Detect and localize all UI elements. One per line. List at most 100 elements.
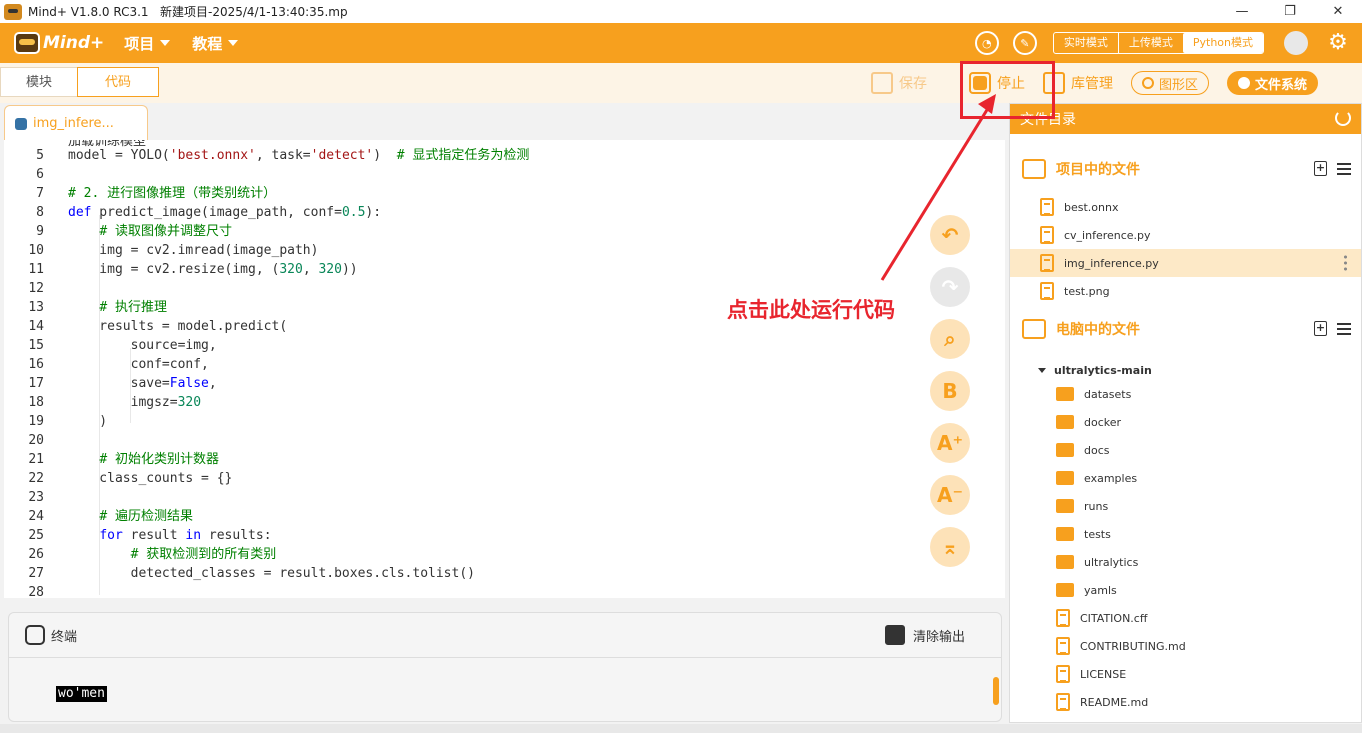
more-options-icon[interactable]: [1344, 254, 1347, 272]
code-token: 320: [177, 395, 202, 410]
save-icon: [870, 72, 893, 94]
file-icon: [1040, 198, 1054, 216]
terminal-label: 终端: [51, 629, 78, 645]
user-avatar[interactable]: [1284, 31, 1308, 55]
code-line: 24 # 遍历检测结果: [4, 507, 1004, 526]
folder-item[interactable]: docs: [1010, 436, 1361, 464]
folder-icon: [1056, 443, 1074, 457]
file-item[interactable]: README.md: [1010, 688, 1361, 716]
terminal-output[interactable]: wo'men: [56, 686, 107, 702]
font-decrease-icon[interactable]: A⁻: [930, 475, 970, 515]
folder-item[interactable]: tests: [1010, 520, 1361, 548]
file-item[interactable]: img_inference.py: [1010, 249, 1361, 277]
line-number: 14: [28, 319, 44, 334]
file-item[interactable]: LICENSE: [1010, 660, 1361, 688]
menu-icon[interactable]: [1337, 162, 1351, 175]
edit-icon[interactable]: ✎: [1012, 31, 1037, 55]
redo-icon[interactable]: ↷: [930, 267, 970, 307]
file-system-button[interactable]: 文件系统: [1226, 71, 1318, 95]
code-token: # 遍历检测结果: [99, 509, 193, 524]
editor-side-tools: ↶ ↷ ⌕ B A⁺ A⁻ ⌅: [930, 215, 972, 579]
undo-icon[interactable]: ↶: [930, 215, 970, 255]
clear-output-button[interactable]: 清除输出: [884, 625, 965, 645]
mode-realtime[interactable]: 实时模式: [1054, 33, 1118, 53]
code-line: 5 model = YOLO('best.onnx', task='detect'…: [4, 146, 1004, 165]
file-item[interactable]: CITATION.cff: [1010, 604, 1361, 632]
folder-icon: [1056, 583, 1074, 597]
refresh-icon[interactable]: [1335, 110, 1351, 126]
new-file-icon[interactable]: +: [1314, 321, 1327, 336]
check-icon: [1237, 77, 1250, 89]
save-button[interactable]: 保存: [870, 72, 927, 94]
code-line: 16 conf=conf,: [4, 355, 1004, 374]
line-number: 19: [28, 414, 44, 429]
folder-item[interactable]: examples: [1010, 464, 1361, 492]
code-token: False: [169, 376, 209, 391]
code-token: def: [68, 205, 92, 220]
search-icon[interactable]: ⌕: [930, 319, 970, 359]
terminal-scrollbar[interactable]: [993, 677, 999, 705]
code-line: 25 for result in results:: [4, 526, 1004, 545]
code-line: 7 # 2. 进行图像推理（带类别统计）: [4, 184, 1004, 203]
menu-project[interactable]: 项目: [124, 33, 171, 54]
robot-logo-icon: [14, 32, 40, 54]
line-number: 12: [28, 281, 44, 296]
folder-item[interactable]: ultralytics: [1010, 548, 1361, 576]
folder-item[interactable]: datasets: [1010, 380, 1361, 408]
code-editor[interactable]: 加载训练模型 5 model = YOLO('best.onnx', task='…: [4, 140, 1005, 598]
file-item[interactable]: CONTRIBUTING.md: [1010, 632, 1361, 660]
expand-arrow-icon: [1038, 367, 1046, 373]
terminal-panel: 终端 清除输出 wo'men: [8, 612, 1002, 722]
editor-file-tab[interactable]: img_infere...: [4, 105, 148, 141]
folder-item[interactable]: yamls: [1010, 576, 1361, 604]
collapse-icon[interactable]: ⌅: [930, 527, 970, 567]
folder-item[interactable]: runs: [1010, 492, 1361, 520]
file-item[interactable]: best.onnx: [1010, 193, 1361, 221]
dashboard-icon[interactable]: ◔: [974, 31, 999, 55]
code-token: 'best.onnx': [169, 148, 256, 163]
line-number: 17: [28, 376, 44, 391]
mode-python[interactable]: Python模式: [1182, 33, 1263, 53]
code-line: 20: [4, 431, 1004, 450]
code-token: in: [185, 528, 202, 543]
gear-icon[interactable]: ⚙: [1326, 31, 1350, 55]
tab-code[interactable]: 代码: [77, 67, 159, 97]
graphics-area-button[interactable]: 图形区: [1130, 71, 1209, 95]
file-item[interactable]: cv_inference.py: [1010, 221, 1361, 249]
line-number: 11: [28, 262, 44, 277]
editor-tab-bar: img_infere...: [0, 103, 1005, 141]
code-token: img = cv2.imread(image_path): [68, 243, 319, 258]
close-button[interactable]: ✕: [1314, 0, 1362, 23]
file-item[interactable]: test.png: [1010, 277, 1361, 305]
restore-button[interactable]: ❐: [1266, 0, 1314, 23]
file-icon: [1040, 254, 1054, 272]
code-token: detected_classes = result.boxes.cls.toli…: [68, 566, 475, 581]
item-label: ultralytics-main: [1054, 363, 1152, 377]
monitor-icon: [1022, 319, 1046, 339]
code-token: results:: [201, 528, 272, 543]
code-line: 8 def predict_image(image_path, conf=0.5)…: [4, 203, 1004, 222]
mode-upload[interactable]: 上传模式: [1117, 33, 1183, 53]
line-number: 8: [36, 205, 44, 220]
font-increase-icon[interactable]: A⁺: [930, 423, 970, 463]
code-token: save=: [68, 376, 170, 391]
menu-tutorial[interactable]: 教程: [192, 33, 239, 54]
item-label: tests: [1084, 527, 1111, 541]
item-label: yamls: [1084, 583, 1117, 597]
new-file-icon[interactable]: +: [1314, 161, 1327, 176]
title-bar: Mind+ V1.8.0 RC3.1 新建项目-2025/4/1-13:40:3…: [0, 0, 1362, 23]
code-token: img = cv2.resize(img, (: [68, 262, 280, 277]
code-token: # 执行推理: [99, 300, 167, 315]
project-files-section: 项目中的文件 +: [1010, 154, 1361, 184]
tab-blocks[interactable]: 模块: [0, 67, 78, 97]
bold-icon[interactable]: B: [930, 371, 970, 411]
code-line: 15 source=img,: [4, 336, 1004, 355]
menu-icon[interactable]: [1337, 322, 1351, 335]
folder-item[interactable]: docker: [1010, 408, 1361, 436]
file-icon: [1056, 693, 1070, 711]
line-number: 23: [28, 490, 44, 505]
code-token: 'detect': [310, 148, 374, 163]
minimize-button[interactable]: —: [1218, 0, 1266, 23]
